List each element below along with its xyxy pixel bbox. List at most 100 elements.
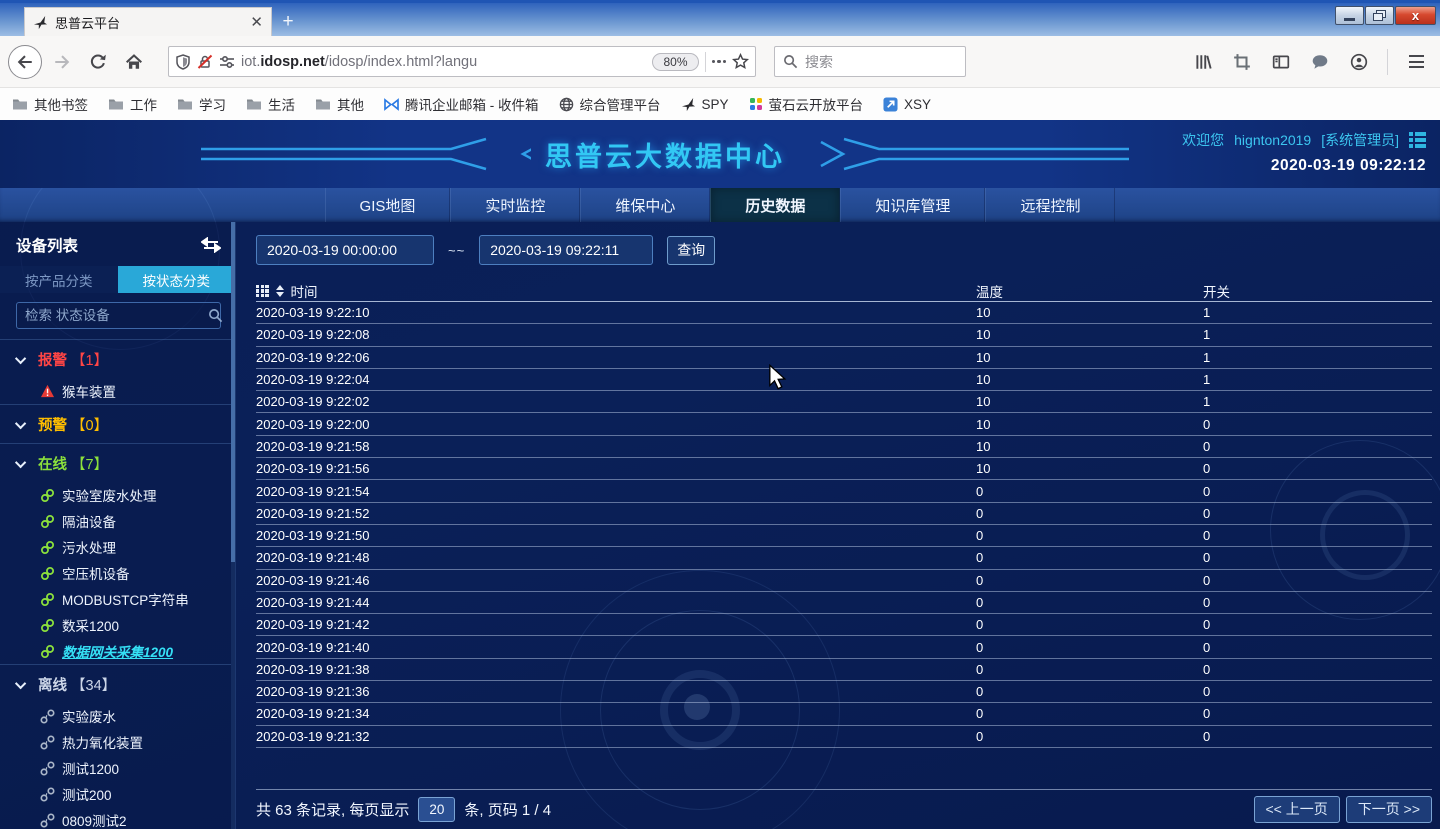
sidebar-toggle-icon[interactable] bbox=[1265, 46, 1297, 78]
table-row[interactable]: 2020-03-19 9:22:08 10 1 bbox=[256, 324, 1432, 346]
device-group-header[interactable]: 预警 【0】 bbox=[0, 405, 235, 443]
bookmark-item[interactable]: 综合管理平台 bbox=[559, 94, 661, 114]
page-actions-icon[interactable] bbox=[712, 60, 727, 64]
device-item[interactable]: 实验室废水处理 bbox=[0, 482, 235, 508]
table-row[interactable]: 2020-03-19 9:21:34 0 0 bbox=[256, 703, 1432, 725]
start-datetime-input[interactable] bbox=[256, 235, 434, 265]
home-button[interactable] bbox=[118, 46, 150, 78]
device-group-header[interactable]: 在线 【7】 bbox=[0, 444, 235, 482]
table-row[interactable]: 2020-03-19 9:21:46 0 0 bbox=[256, 570, 1432, 592]
table-row[interactable]: 2020-03-19 9:22:10 10 1 bbox=[256, 302, 1432, 324]
username[interactable]: hignton2019 bbox=[1234, 132, 1311, 148]
window-close-button[interactable]: x bbox=[1395, 6, 1436, 25]
table-row[interactable]: 2020-03-19 9:21:56 10 0 bbox=[256, 458, 1432, 480]
url-bar[interactable]: iot.idosp.net/idosp/index.html?langu 80% bbox=[168, 46, 756, 77]
library-icon[interactable] bbox=[1187, 46, 1219, 78]
table-row[interactable]: 2020-03-19 9:21:40 0 0 bbox=[256, 636, 1432, 658]
collapse-swap-icon[interactable] bbox=[201, 237, 221, 253]
device-item[interactable]: 0809测试2 bbox=[0, 807, 235, 829]
bookmark-item[interactable]: 工作 bbox=[108, 94, 157, 114]
window-restore-button[interactable] bbox=[1365, 6, 1394, 25]
device-item[interactable]: 隔油设备 bbox=[0, 508, 235, 534]
bookmark-item[interactable]: 萤石云开放平台 bbox=[749, 94, 864, 114]
query-button[interactable]: 查询 bbox=[667, 236, 715, 265]
sort-icon[interactable] bbox=[276, 285, 284, 297]
table-row[interactable]: 2020-03-19 9:21:50 0 0 bbox=[256, 525, 1432, 547]
end-datetime-input[interactable] bbox=[479, 235, 653, 265]
next-page-button[interactable]: 下一页 >> bbox=[1346, 796, 1432, 823]
table-row[interactable]: 2020-03-19 9:21:54 0 0 bbox=[256, 480, 1432, 502]
zoom-level-badge[interactable]: 80% bbox=[652, 53, 698, 71]
table-row[interactable]: 2020-03-19 9:22:04 10 1 bbox=[256, 369, 1432, 391]
pocket-bubble-icon[interactable] bbox=[1304, 46, 1336, 78]
table-row[interactable]: 2020-03-19 9:22:06 10 1 bbox=[256, 347, 1432, 369]
device-group-header[interactable]: 离线 【34】 bbox=[0, 665, 235, 703]
nav-tab[interactable]: GIS地图 bbox=[325, 188, 451, 222]
table-row[interactable]: 2020-03-19 9:21:42 0 0 bbox=[256, 614, 1432, 636]
device-item[interactable]: 实验废水 bbox=[0, 703, 235, 729]
tracking-shield-icon[interactable] bbox=[175, 54, 191, 70]
device-item[interactable]: 测试1200 bbox=[0, 755, 235, 781]
site-page: 思普云大数据中心 欢迎您 hignton2019 [系统管理员] 2020-03… bbox=[0, 120, 1440, 829]
table-row[interactable]: 2020-03-19 9:21:48 0 0 bbox=[256, 547, 1432, 569]
device-search-input[interactable] bbox=[25, 308, 202, 323]
insecure-lock-icon[interactable] bbox=[197, 54, 213, 70]
window-minimize-button[interactable] bbox=[1335, 6, 1364, 25]
sidebar-scrollbar[interactable] bbox=[231, 222, 235, 829]
device-item[interactable]: 猴车装置 bbox=[0, 378, 235, 404]
page-size-input[interactable]: 20 bbox=[418, 797, 455, 822]
device-item[interactable]: 污水处理 bbox=[0, 534, 235, 560]
nav-tab[interactable]: 实时监控 bbox=[450, 188, 580, 222]
bookmark-item[interactable]: 生活 bbox=[246, 94, 295, 114]
device-search-box[interactable] bbox=[16, 302, 221, 329]
forward-button[interactable] bbox=[46, 46, 78, 78]
device-item[interactable]: 数采1200 bbox=[0, 612, 235, 638]
bookmark-item[interactable]: 腾讯企业邮箱 - 收件箱 bbox=[384, 94, 539, 114]
device-item[interactable]: 测试200 bbox=[0, 781, 235, 807]
table-row[interactable]: 2020-03-19 9:22:00 10 0 bbox=[256, 413, 1432, 435]
device-item[interactable]: 热力氧化装置 bbox=[0, 729, 235, 755]
device-item[interactable]: MODBUSTCP字符串 bbox=[0, 586, 235, 612]
window-controls: x bbox=[1335, 6, 1436, 25]
columns-grid-icon[interactable] bbox=[256, 285, 269, 298]
url-text[interactable]: iot.idosp.net/idosp/index.html?langu bbox=[241, 54, 646, 70]
nav-tab[interactable]: 知识库管理 bbox=[840, 188, 985, 222]
bookmark-item[interactable]: SPY bbox=[681, 97, 729, 112]
menu-list-icon[interactable] bbox=[1409, 132, 1426, 148]
table-row[interactable]: 2020-03-19 9:22:02 10 1 bbox=[256, 391, 1432, 413]
menu-hamburger-icon[interactable] bbox=[1400, 46, 1432, 78]
table-row[interactable]: 2020-03-19 9:21:58 10 0 bbox=[256, 436, 1432, 458]
screenshot-crop-icon[interactable] bbox=[1226, 46, 1258, 78]
table-row[interactable]: 2020-03-19 9:21:52 0 0 bbox=[256, 503, 1432, 525]
account-icon[interactable] bbox=[1343, 46, 1375, 78]
device-item[interactable]: 数据网关采集1200 bbox=[0, 638, 235, 664]
table-row[interactable]: 2020-03-19 9:21:44 0 0 bbox=[256, 592, 1432, 614]
nav-tab[interactable]: 维保中心 bbox=[580, 188, 710, 222]
bookmark-star-icon[interactable] bbox=[732, 53, 749, 70]
sidebar-title: 设备列表 bbox=[16, 234, 78, 256]
column-header-time[interactable]: 时间 bbox=[256, 281, 976, 301]
bookmark-item[interactable]: 其他 bbox=[315, 94, 364, 114]
nav-tab[interactable]: 远程控制 bbox=[985, 188, 1115, 222]
sidebar-category-tab[interactable]: 按产品分类 bbox=[0, 266, 118, 293]
device-item[interactable]: 空压机设备 bbox=[0, 560, 235, 586]
browser-search-box[interactable] bbox=[774, 46, 966, 77]
table-row[interactable]: 2020-03-19 9:21:32 0 0 bbox=[256, 726, 1432, 748]
bookmark-item[interactable]: XSY bbox=[883, 97, 931, 112]
bookmark-item[interactable]: 学习 bbox=[177, 94, 226, 114]
back-button[interactable] bbox=[8, 45, 42, 79]
browser-search-input[interactable] bbox=[805, 54, 925, 70]
sidebar-category-tab[interactable]: 按状态分类 bbox=[118, 266, 236, 293]
table-row[interactable]: 2020-03-19 9:21:38 0 0 bbox=[256, 659, 1432, 681]
tab-close-icon[interactable]: ✕ bbox=[250, 15, 263, 30]
browser-tab[interactable]: 思普云平台 ✕ bbox=[24, 7, 272, 36]
prev-page-button[interactable]: << 上一页 bbox=[1254, 796, 1340, 823]
nav-tab-active[interactable]: 历史数据 bbox=[710, 188, 840, 222]
reload-button[interactable] bbox=[82, 46, 114, 78]
table-row[interactable]: 2020-03-19 9:21:36 0 0 bbox=[256, 681, 1432, 703]
new-tab-button[interactable]: + bbox=[272, 7, 304, 36]
bookmark-item[interactable]: 其他书签 bbox=[12, 94, 88, 114]
device-group-header[interactable]: 报警 【1】 bbox=[0, 340, 235, 378]
permissions-icon[interactable] bbox=[219, 54, 235, 70]
cell-time: 2020-03-19 9:21:50 bbox=[256, 528, 976, 543]
